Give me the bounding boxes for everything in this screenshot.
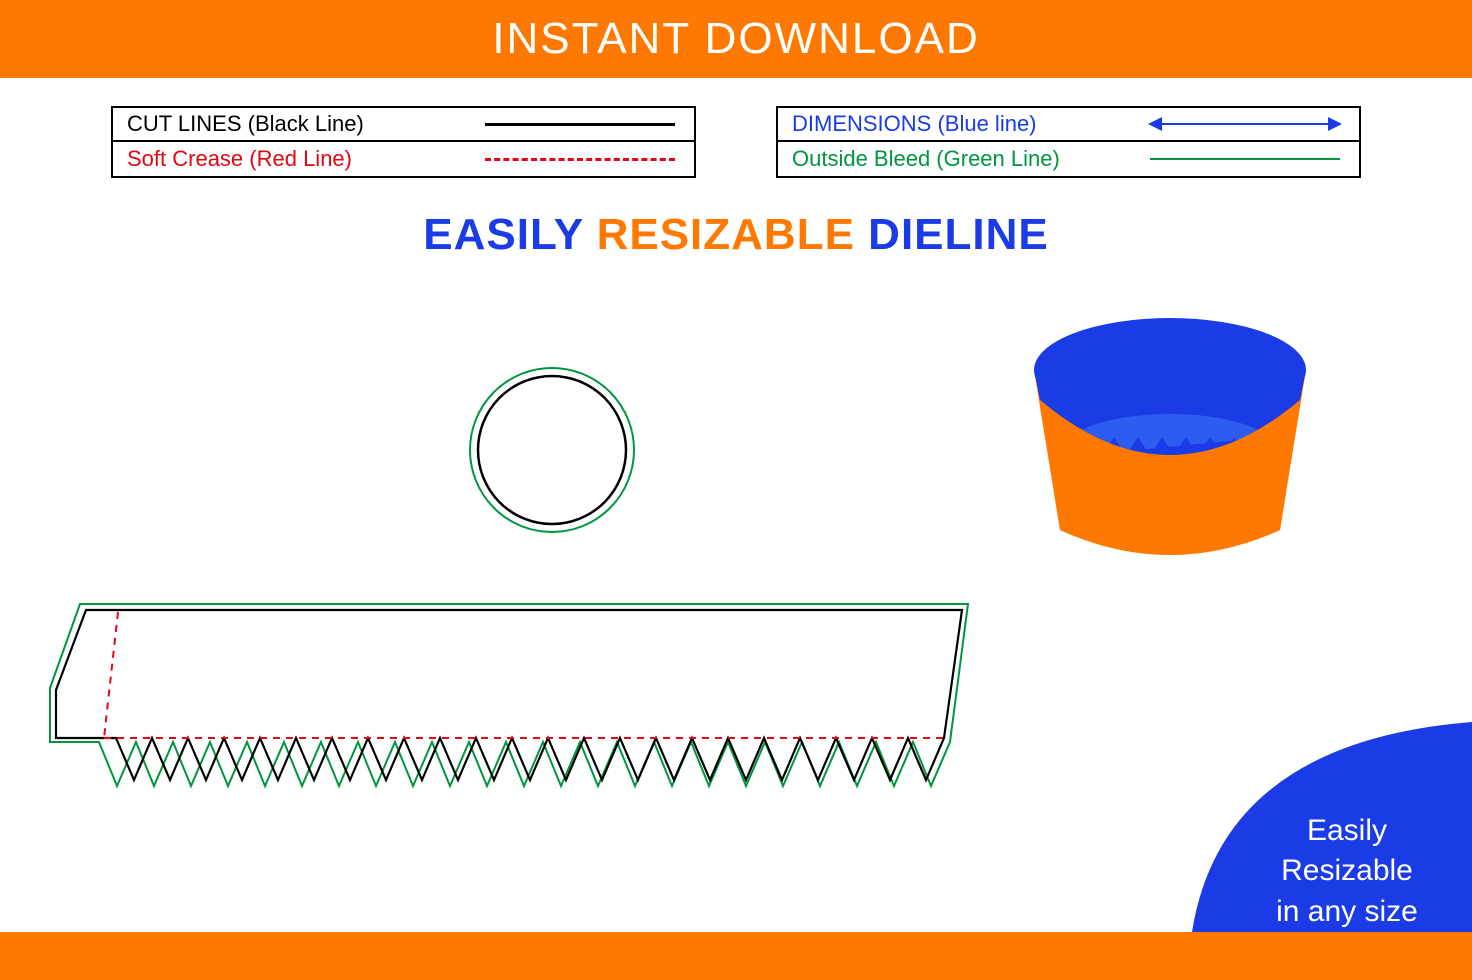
badge-line-3: in any size — [1222, 892, 1472, 933]
badge-text: Easily Resizable in any size — [1222, 811, 1472, 933]
cup-mockup — [1034, 318, 1306, 555]
footer-bar — [0, 932, 1472, 980]
dieline-body — [50, 604, 968, 786]
badge-line-1: Easily — [1222, 811, 1472, 852]
badge-line-2: Resizable — [1222, 851, 1472, 892]
dieline-circle — [470, 368, 634, 532]
